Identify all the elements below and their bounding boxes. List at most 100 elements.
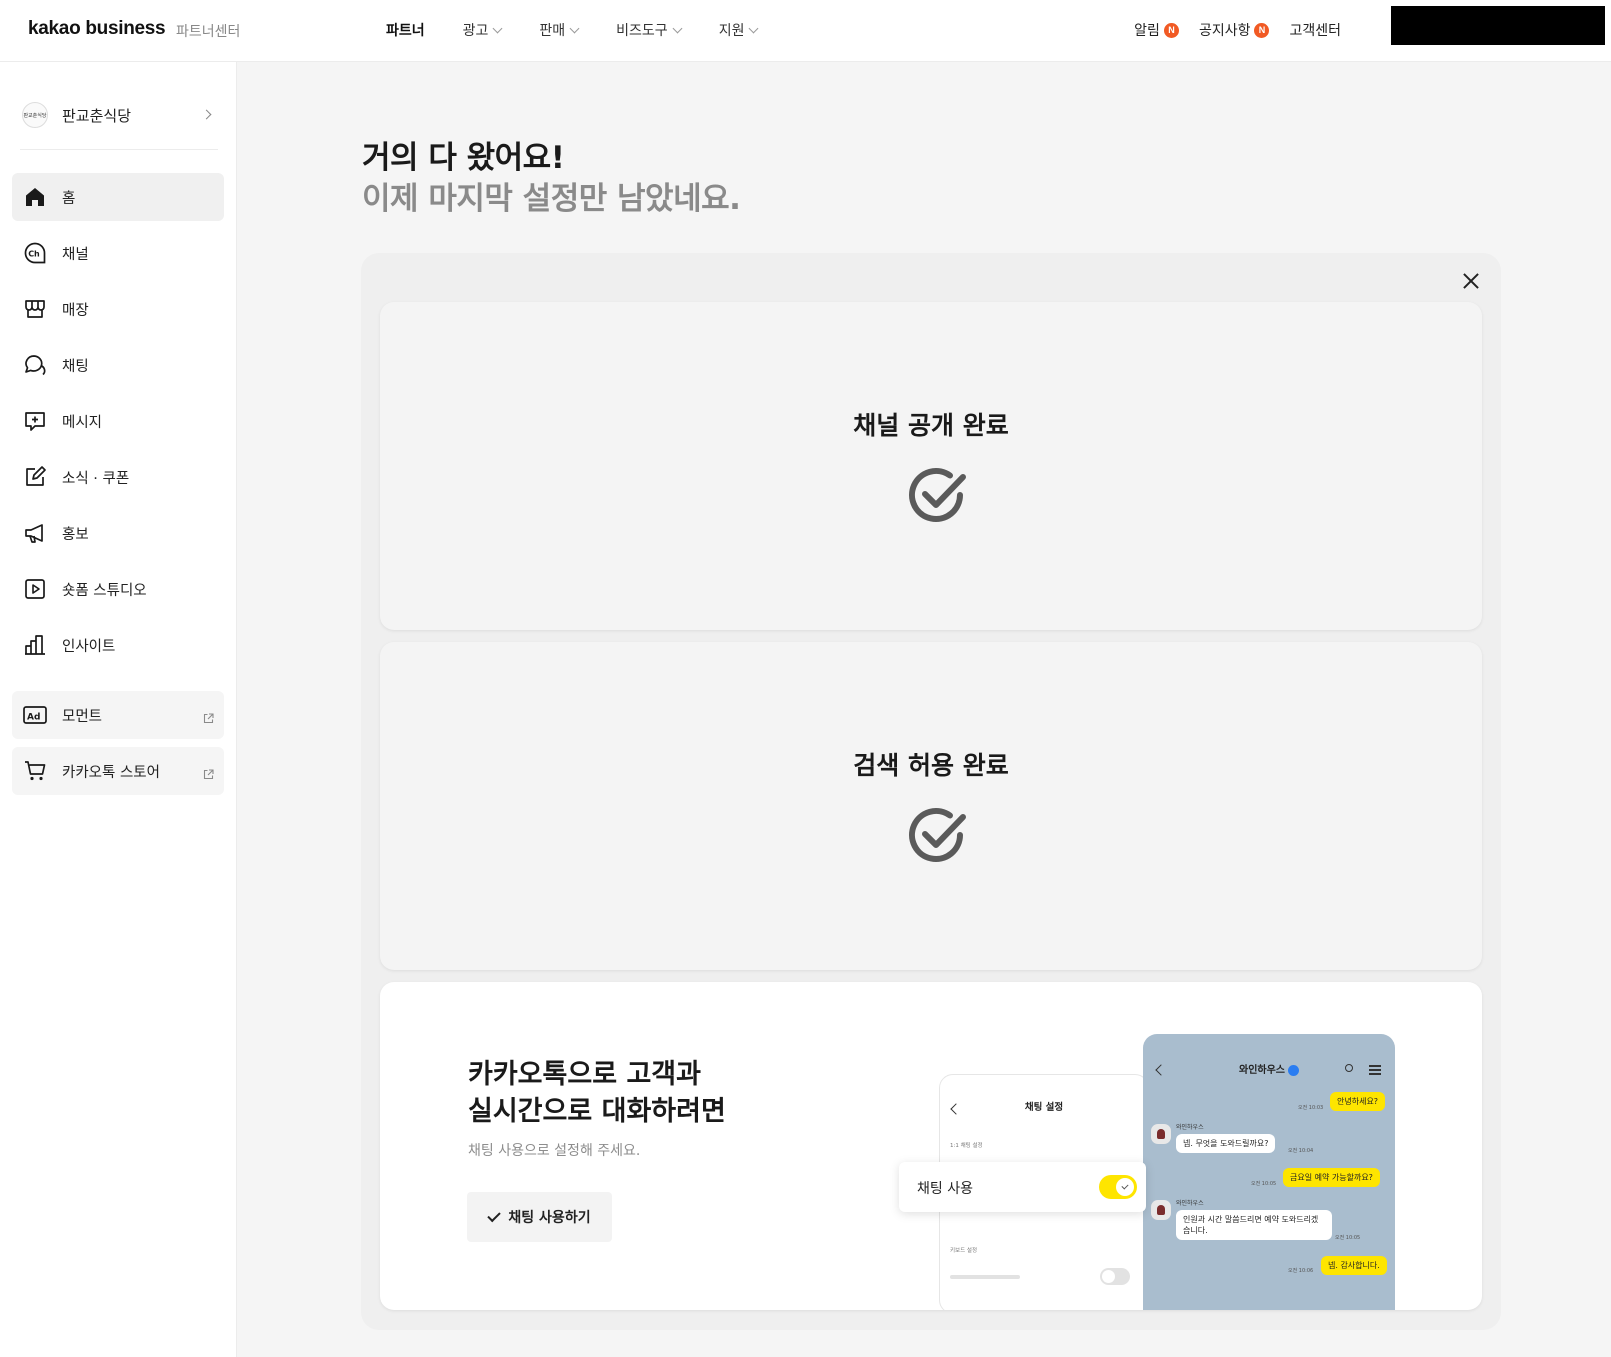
button-label: 채팅 사용하기 <box>508 1210 591 1226</box>
mock-section-label: 키보드 설정 <box>950 1248 978 1254</box>
profile-selector[interactable]: 판교춘식당 판교춘식당 <box>22 100 218 130</box>
check-circle-icon <box>905 802 971 868</box>
sidebar-item-label: 홍보 <box>62 526 89 543</box>
mock-section-label: 1:1 채팅 설정 <box>950 1143 983 1149</box>
message-icon <box>22 408 48 434</box>
mock-chat-title-text: 와인하우스 <box>1239 1065 1285 1076</box>
account-area-redacted[interactable] <box>1391 6 1605 45</box>
close-icon[interactable] <box>1460 270 1482 292</box>
chart-icon <box>22 632 48 658</box>
top-bar: kakao business 파트너센터 파트너 광고 판매 비즈도구 지원 알… <box>0 0 1611 62</box>
page-subtitle: 이제 마지막 설정만 남았네요. <box>362 181 741 217</box>
mock-sender-name: 와인하우스 <box>1176 1200 1204 1207</box>
partner-center-label[interactable]: 파트너센터 <box>176 21 240 41</box>
mock-sender-name: 와인하우스 <box>1176 1124 1204 1131</box>
mock-chat-title: 와인하우스 <box>1143 1061 1395 1076</box>
notice-link[interactable]: 공지사항 N <box>1199 20 1270 40</box>
utility-nav: 알림 N 공지사항 N 고객센터 <box>1134 20 1341 40</box>
notice-label: 공지사항 <box>1198 23 1251 39</box>
check-circle-icon <box>905 462 971 528</box>
nav-sales[interactable]: 판매 <box>539 20 580 40</box>
sidebar-item-kakaotalk-store[interactable]: 카카오톡 스토어 <box>12 747 224 795</box>
external-link-icon <box>203 709 214 728</box>
nav-ads[interactable]: 광고 <box>463 20 503 40</box>
global-nav: 파트너 광고 판매 비즈도구 지원 <box>386 20 795 40</box>
new-badge: N <box>1163 22 1179 38</box>
sidebar-item-channel[interactable]: Ch 채널 <box>12 229 224 277</box>
chat-icon <box>22 352 48 378</box>
kakao-business-logo[interactable]: kakao business <box>28 18 166 40</box>
chat-room-mockup: 와인하우스 오전 10:03 안녕하세요? 와인하우스 넵. 무엇을 도와드릴까… <box>1143 1034 1395 1310</box>
avatar-text: 판교춘식당 <box>23 112 47 119</box>
nav-label: 지원 <box>718 23 745 39</box>
sidebar-item-home[interactable]: 홈 <box>12 173 224 221</box>
nav-label: 판매 <box>539 23 566 39</box>
svg-text:Ad: Ad <box>27 713 40 723</box>
chat-card-title-line: 카카오톡으로 고객과 <box>468 1059 701 1090</box>
mock-placeholder-bar <box>950 1275 1020 1279</box>
chat-card-description: 채팅 사용으로 설정해 주세요. <box>468 1143 641 1159</box>
card-title: 채널 공개 완료 <box>853 411 1009 440</box>
sidebar-item-shortform[interactable]: 숏폼 스튜디오 <box>12 565 224 613</box>
sidebar-item-label: 모먼트 <box>62 708 103 725</box>
toggle-on <box>1099 1175 1137 1199</box>
chat-enable-toggle-row: 채팅 사용 <box>899 1162 1146 1212</box>
sidebar-item-promotion[interactable]: 홍보 <box>12 509 224 557</box>
card-title: 검색 허용 완료 <box>853 751 1009 780</box>
nav-support[interactable]: 지원 <box>718 20 759 40</box>
play-icon <box>22 576 48 602</box>
avatar <box>1151 1200 1171 1220</box>
message-time: 오전 10:05 <box>1335 1235 1361 1241</box>
chat-card-title: 카카오톡으로 고객과 실시간으로 대화하려면 <box>468 1056 788 1130</box>
check-icon <box>487 1208 502 1222</box>
chat-card-title-line: 실시간으로 대화하려면 <box>468 1096 726 1127</box>
chevron-down-icon <box>569 23 580 33</box>
sidebar-item-chat[interactable]: 채팅 <box>12 341 224 389</box>
sidebar-item-moment[interactable]: Ad 모먼트 <box>12 691 224 739</box>
sidebar: 판교춘식당 판교춘식당 홈 Ch 채널 매장 채팅 메시지 소식 · 쿠폰 홍보… <box>0 62 237 1357</box>
avatar: 판교춘식당 <box>22 102 48 128</box>
chevron-down-icon <box>492 23 503 33</box>
sidebar-item-label: 채팅 <box>62 358 89 375</box>
search-icon <box>1345 1064 1353 1072</box>
sidebar-item-label: 카카오톡 스토어 <box>62 764 160 781</box>
nav-label: 파트너 <box>386 23 425 39</box>
enable-chat-button[interactable]: 채팅 사용하기 <box>467 1192 612 1242</box>
chat-bubble-me: 안녕하세요? <box>1330 1092 1386 1111</box>
chevron-down-icon <box>672 23 683 33</box>
sidebar-menu: 홈 Ch 채널 매장 채팅 메시지 소식 · 쿠폰 홍보 숏폼 스튜디오 인사이… <box>12 173 224 803</box>
alarm-link[interactable]: 알림 N <box>1134 20 1179 40</box>
megaphone-icon <box>22 520 48 546</box>
channel-public-card: 채널 공개 완료 <box>380 302 1482 630</box>
chat-bubble-other: 인원과 시간 말씀드리면 예약 도와드리겠습니다. <box>1176 1210 1332 1240</box>
profile-name: 판교춘식당 <box>62 106 132 125</box>
chat-bubble-me: 넵. 감사합니다. <box>1321 1256 1387 1275</box>
edit-icon <box>22 464 48 490</box>
mock-title: 채팅 설정 <box>1024 1102 1064 1113</box>
cart-icon <box>22 758 48 784</box>
home-icon <box>22 184 48 210</box>
divider <box>20 149 218 150</box>
support-link[interactable]: 고객센터 <box>1289 20 1341 40</box>
avatar <box>1151 1124 1171 1144</box>
nav-biz-tools[interactable]: 비즈도구 <box>616 20 683 40</box>
store-icon <box>22 296 48 322</box>
external-link-icon <box>203 765 214 784</box>
support-label: 고객센터 <box>1289 23 1341 39</box>
sidebar-item-insight[interactable]: 인사이트 <box>12 621 224 669</box>
check-icon <box>1121 1182 1129 1190</box>
nav-partner[interactable]: 파트너 <box>386 20 425 40</box>
search-allowed-card: 검색 허용 완료 <box>380 642 1482 970</box>
sidebar-item-label: 채널 <box>62 246 89 263</box>
sidebar-item-store[interactable]: 매장 <box>12 285 224 333</box>
sidebar-item-label: 소식 · 쿠폰 <box>62 470 130 487</box>
message-time: 오전 10:05 <box>1251 1181 1277 1187</box>
sidebar-item-news-coupon[interactable]: 소식 · 쿠폰 <box>12 453 224 501</box>
sidebar-item-message[interactable]: 메시지 <box>12 397 224 445</box>
sidebar-item-label: 홈 <box>62 190 76 207</box>
nav-label: 비즈도구 <box>616 23 668 39</box>
alarm-label: 알림 <box>1134 23 1160 39</box>
chevron-right-icon <box>201 109 212 120</box>
mock-chat-header: 와인하우스 <box>1143 1034 1395 1079</box>
sidebar-item-label: 메시지 <box>62 414 103 431</box>
